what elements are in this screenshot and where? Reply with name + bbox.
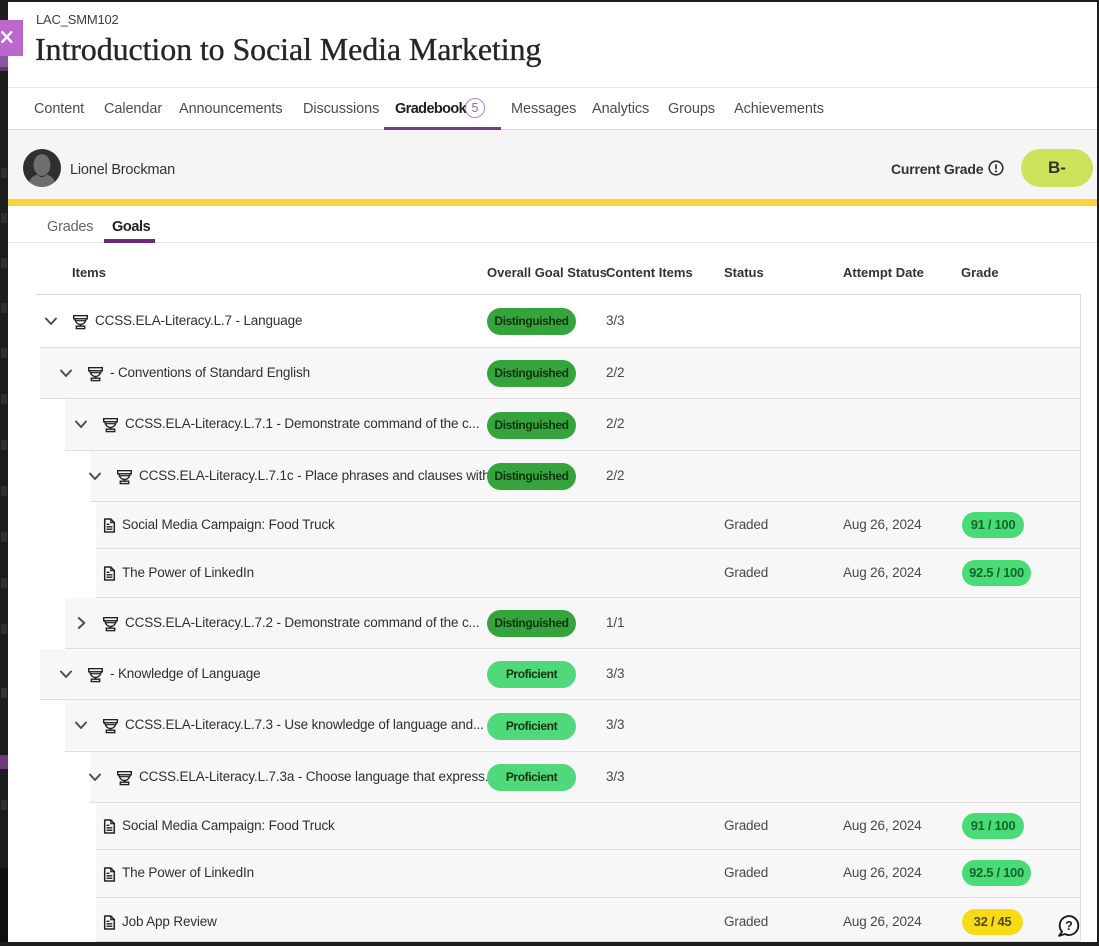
svg-text:?: ? (1065, 919, 1073, 933)
